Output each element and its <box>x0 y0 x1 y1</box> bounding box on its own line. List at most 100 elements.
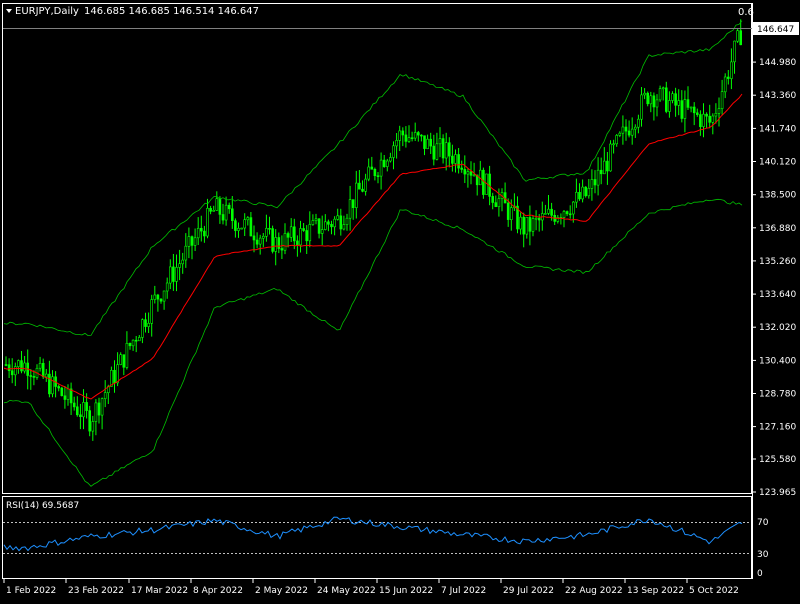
candle <box>261 233 265 248</box>
candle <box>385 158 389 172</box>
candle-body <box>711 115 715 123</box>
candle-body <box>410 137 414 139</box>
candle-body <box>680 100 684 119</box>
candle-body <box>385 160 389 167</box>
candle <box>94 399 98 436</box>
candle-body <box>305 230 309 242</box>
time-axis-labels: 1 Feb 2022 23 Feb 2022 17 Mar 2022 8 Apr 20… <box>3 579 739 596</box>
candle-body <box>85 402 88 411</box>
candle-body <box>314 218 318 221</box>
trading-chart-window[interactable]: EURJPY,Daily 146.685 146.685 146.514 146… <box>0 0 800 600</box>
candle <box>88 405 91 437</box>
candle <box>125 331 129 370</box>
candle <box>423 135 426 156</box>
candle-body <box>519 216 522 230</box>
candle <box>60 386 64 397</box>
bollinger-upper-line <box>3 20 743 337</box>
candle <box>336 208 340 221</box>
price-tick-label: 141.740 <box>759 124 796 134</box>
candle <box>227 202 231 214</box>
candle <box>702 103 705 138</box>
candle <box>547 195 550 216</box>
candle <box>119 352 122 366</box>
candle <box>286 231 290 248</box>
candle <box>162 290 166 310</box>
candle-body <box>404 134 408 142</box>
candle-body <box>20 360 23 372</box>
candle <box>14 362 17 386</box>
candle-body <box>348 199 352 219</box>
chart-canvas[interactable]: EURJPY,Daily 146.685 146.685 146.514 146… <box>0 0 800 600</box>
candle <box>268 216 271 235</box>
candle <box>392 141 395 170</box>
candle-body <box>633 126 637 130</box>
candle-body <box>609 143 612 172</box>
candle <box>305 225 309 254</box>
candle-body <box>122 354 126 368</box>
candle <box>723 73 727 99</box>
candle <box>559 213 563 225</box>
candle-body <box>339 215 343 230</box>
candle <box>708 104 712 129</box>
candle-body <box>370 166 374 170</box>
candle-body <box>206 208 209 237</box>
candle-body <box>261 236 265 239</box>
candle-body <box>76 406 79 416</box>
candle-body <box>630 128 634 136</box>
candle-body <box>103 392 107 400</box>
candle-body <box>637 118 640 128</box>
candle-body <box>469 171 473 176</box>
candle <box>69 382 73 415</box>
candle <box>491 192 495 210</box>
candle-body <box>48 373 51 395</box>
price-tick-label: 128.780 <box>759 390 796 400</box>
candle-body <box>131 339 135 347</box>
candle-body <box>491 196 495 203</box>
candle-body <box>119 354 122 365</box>
candle <box>134 336 138 353</box>
candle-body <box>392 145 395 158</box>
candle <box>627 120 631 138</box>
price-tick-label: 123.965 <box>759 488 796 498</box>
rsi-axis-0: 0 <box>757 569 763 579</box>
candle <box>689 106 693 113</box>
candle-body <box>252 235 256 241</box>
candle-body <box>367 166 371 180</box>
candle-body <box>373 169 377 177</box>
candle <box>240 227 243 230</box>
candle <box>32 370 36 386</box>
price-tick-label: 133.640 <box>759 290 796 300</box>
candle-body <box>677 100 681 106</box>
candle <box>23 356 26 374</box>
candle-body <box>240 227 243 230</box>
candle-body <box>249 217 253 237</box>
candle <box>451 144 454 172</box>
candle-body <box>38 362 42 369</box>
time-tick-label: 24 May 2022 <box>317 586 376 596</box>
candle <box>35 364 39 380</box>
candle-body <box>224 204 228 221</box>
triangle-down-icon[interactable] <box>6 9 12 13</box>
candle-body <box>646 92 650 105</box>
candle-body <box>395 140 398 147</box>
candle <box>339 208 343 236</box>
price-tick-label: 125.580 <box>759 455 796 465</box>
candle-body <box>7 364 11 372</box>
candle-body <box>649 95 653 105</box>
bollinger-lower-line <box>3 198 743 487</box>
candle-body <box>169 266 172 284</box>
candle <box>661 86 665 101</box>
candle-body <box>302 228 305 231</box>
candle <box>29 369 33 390</box>
candle-body <box>330 224 333 228</box>
candle-body <box>525 217 529 235</box>
candle-body <box>463 169 467 175</box>
candle-body <box>562 211 566 218</box>
candle <box>103 380 107 408</box>
candle <box>581 179 584 203</box>
candle <box>692 102 696 126</box>
candle <box>91 415 95 441</box>
candle-body <box>10 370 14 376</box>
candle-body <box>668 100 671 112</box>
candle <box>348 185 352 231</box>
